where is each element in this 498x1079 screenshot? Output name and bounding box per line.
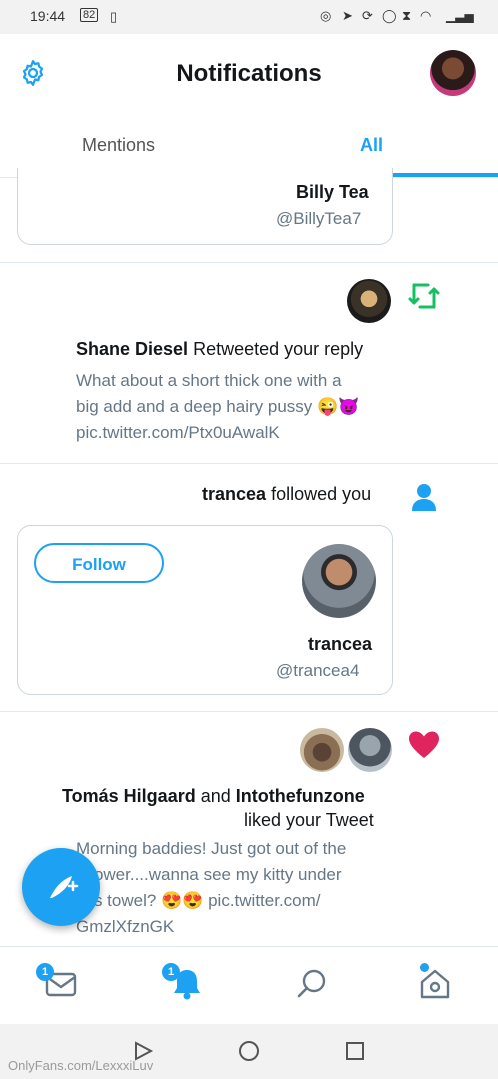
whatsapp-icon: ◯: [382, 8, 397, 23]
messages-badge: 1: [36, 963, 54, 981]
home-new-dot: [420, 963, 429, 972]
like-text-line: this towel? 😍😍 pic.twitter.com/: [76, 891, 321, 910]
heart-icon: [409, 731, 439, 758]
person-icon: [412, 484, 436, 511]
actor-name[interactable]: Shane Diesel: [76, 339, 188, 359]
actor-avatar-2[interactable]: [300, 728, 344, 772]
follower-card-name: trancea: [308, 634, 373, 654]
like-text-line: Morning baddies! Just got out of the: [76, 839, 347, 858]
header: [0, 34, 498, 178]
retweet-notification[interactable]: Shane Diesel Retweeted your reply What a…: [0, 263, 498, 463]
compose-feather-icon: [50, 876, 79, 898]
like-text-line: GmzlXfznGK: [76, 917, 175, 936]
retweet-icon: [408, 283, 440, 309]
like-text-line: shower....wanna see my kitty under: [76, 865, 342, 884]
page-title: Notifications: [176, 60, 322, 87]
follow-headline: trancea followed you: [202, 484, 371, 505]
retweet-text: What about a short thick one with a big …: [76, 368, 396, 446]
retweet-action: Retweeted your reply: [193, 339, 364, 359]
home-icon[interactable]: [418, 967, 452, 1001]
status-time: 19:44: [30, 8, 66, 24]
follower-avatar[interactable]: [302, 544, 376, 618]
bottom-nav: 1 1: [0, 946, 498, 1025]
retweet-text-line: What about a short thick one with a: [76, 371, 342, 390]
follow-button[interactable]: Follow: [34, 543, 164, 583]
tab-all[interactable]: All: [360, 135, 383, 156]
battery-icon: 82: [80, 8, 99, 22]
quoted-user-name: Billy Tea: [296, 182, 369, 202]
actor-avatar[interactable]: [347, 279, 391, 323]
and-word: and: [200, 786, 231, 806]
quoted-user-card[interactable]: Billy Tea @BillyTea7: [17, 168, 393, 245]
vibrate-icon: ▯: [110, 9, 118, 24]
retweet-headline: Shane Diesel Retweeted your reply: [76, 339, 363, 360]
follower-card-handle: @trancea4: [276, 661, 360, 680]
profile-avatar[interactable]: [430, 50, 476, 96]
recents-square-icon[interactable]: [344, 1040, 366, 1062]
like-action: liked your Tweet: [244, 810, 374, 830]
wifi-icon: ◠: [420, 8, 432, 23]
hourglass-icon: ⧗: [402, 8, 412, 23]
notifications-badge: 1: [162, 963, 180, 981]
home-circle-icon[interactable]: [238, 1040, 260, 1062]
compose-tweet-button[interactable]: [22, 848, 100, 926]
status-bar: 19:44 82 ▯ ◎ ➤ ⟳ ◯ ⧗ ◠ ▁▃▅: [0, 0, 498, 34]
actor-1-name[interactable]: Tomás Hilgaard: [62, 786, 196, 806]
tab-mentions[interactable]: Mentions: [82, 135, 155, 156]
instagram-icon: ◎: [320, 8, 332, 23]
like-text: Morning baddies! Just got out of the sho…: [76, 836, 396, 940]
follow-action: followed you: [271, 484, 372, 504]
quoted-user-handle: @BillyTea7: [276, 209, 362, 228]
sync-icon: ⟳: [362, 8, 373, 23]
retweet-text-line: big add and a deep hairy pussy 😜😈: [76, 397, 360, 416]
retweet-text-line: pic.twitter.com/Ptx0uAwalK: [76, 423, 280, 442]
actor-avatar-1[interactable]: [348, 728, 392, 772]
signal-icon: ▁▃▅: [446, 9, 474, 23]
actor-2-name[interactable]: Intothefunzone: [236, 786, 365, 806]
follower-name[interactable]: trancea: [202, 484, 266, 504]
search-icon[interactable]: [295, 967, 329, 1001]
watermark: OnlyFans.com/LexxxiLuv: [8, 1058, 154, 1073]
like-headline: Tomás Hilgaard and Intothefunzone: [62, 786, 365, 807]
send-icon: ➤: [342, 8, 353, 23]
